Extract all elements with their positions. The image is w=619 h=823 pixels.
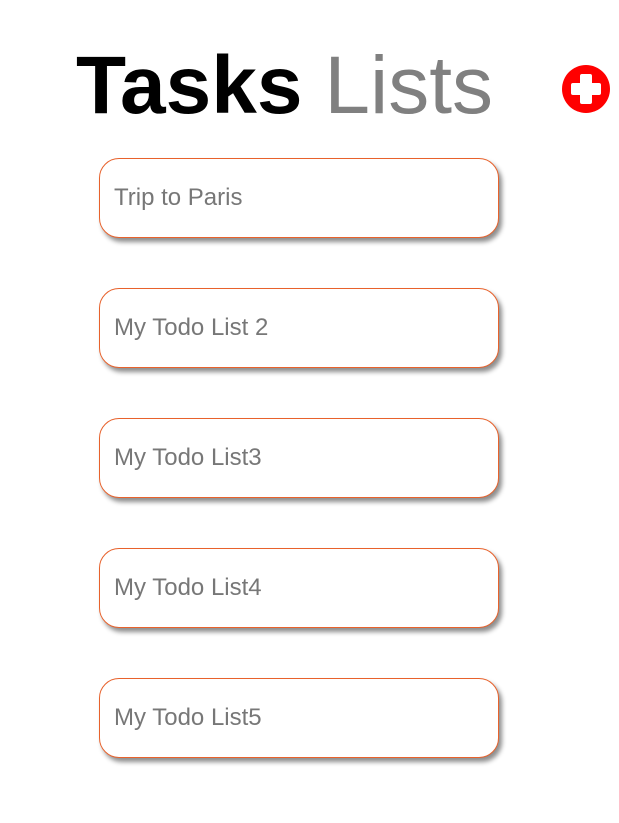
list-item-label: Trip to Paris (114, 184, 243, 211)
list-item[interactable]: My Todo List 2 (99, 288, 499, 368)
task-lists: Trip to Paris My Todo List 2 My Todo Lis… (99, 158, 499, 808)
list-item[interactable]: My Todo List4 (99, 548, 499, 628)
list-item-label: My Todo List5 (114, 704, 262, 731)
list-item[interactable]: My Todo List3 (99, 418, 499, 498)
add-list-button[interactable] (562, 65, 610, 113)
list-item[interactable]: Trip to Paris (99, 158, 499, 238)
page-title-bold: Tasks (76, 40, 303, 131)
page-title: Tasks Lists (76, 36, 493, 136)
list-item-label: My Todo List 2 (114, 314, 269, 341)
page-title-light: Lists (324, 40, 494, 131)
list-item-label: My Todo List4 (114, 574, 262, 601)
list-item[interactable]: My Todo List5 (99, 678, 499, 758)
list-item-label: My Todo List3 (114, 444, 262, 471)
